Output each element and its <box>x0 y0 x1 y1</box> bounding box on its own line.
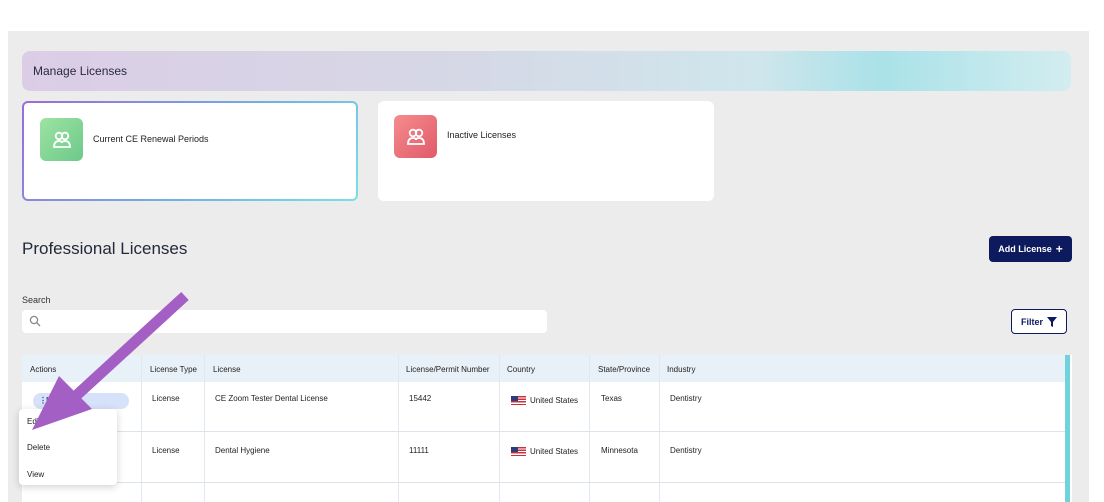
manage-licenses-banner: Manage Licenses <box>22 51 1071 91</box>
header-state[interactable]: State/Province <box>598 365 650 374</box>
table-header: Actions License Type License License/Per… <box>22 355 1065 382</box>
cell-license: Dental Hygiene <box>215 446 270 455</box>
header-country[interactable]: Country <box>507 365 535 374</box>
inactive-licenses-card[interactable]: Inactive Licenses <box>378 101 714 201</box>
header-license-type[interactable]: License Type <box>150 365 197 374</box>
section-title: Professional Licenses <box>22 239 188 258</box>
cell-license-type: License <box>152 446 180 455</box>
licenses-table: Actions License Type License License/Per… <box>22 355 1072 502</box>
more-vertical-icon: ⋮ <box>39 396 47 405</box>
menu-item-edit[interactable]: Edit <box>27 417 41 426</box>
actions-dropdown-menu: Edit Delete View <box>19 409 117 485</box>
header-license-number[interactable]: License/Permit Number <box>406 365 490 374</box>
header-industry[interactable]: Industry <box>667 365 695 374</box>
cell-industry: Dentistry <box>670 394 702 403</box>
add-license-label: Add License <box>998 244 1052 254</box>
manage-actions-label: Ma <box>46 396 58 405</box>
header-actions[interactable]: Actions <box>30 365 56 374</box>
search-icon <box>29 315 41 327</box>
search-input[interactable] <box>22 310 547 333</box>
manage-actions-button[interactable]: ⋮ Ma <box>33 393 129 409</box>
cell-license-number: 11111 <box>409 446 429 455</box>
filter-label: Filter <box>1020 316 1043 327</box>
cell-state: Minnesota <box>601 446 638 455</box>
page-title: Manage Licenses <box>33 64 128 78</box>
us-flag-icon <box>511 396 526 406</box>
table-row[interactable]: License CE Zoom Tester Dental License 15… <box>22 382 1065 432</box>
filter-button[interactable]: Filter <box>1011 309 1067 334</box>
header-license[interactable]: License <box>213 365 241 374</box>
people-icon <box>40 118 83 161</box>
funnel-icon <box>1047 316 1057 327</box>
card-label-current: Current CE Renewal Periods <box>93 134 209 144</box>
menu-item-delete[interactable]: Delete <box>27 443 50 452</box>
cell-license: CE Zoom Tester Dental License <box>215 394 328 403</box>
app-container: Manage Licenses Current CE Renewal Perio… <box>8 31 1089 502</box>
cell-state: Texas <box>601 394 622 403</box>
search-label: Search <box>22 295 51 305</box>
country-name: United States <box>530 396 579 405</box>
cell-license-number: 15442 <box>409 394 432 403</box>
current-ce-renewal-card[interactable]: Current CE Renewal Periods <box>22 101 358 201</box>
cell-industry: Dentistry <box>670 446 702 455</box>
us-flag-icon <box>511 447 526 457</box>
country-name: United States <box>530 447 579 456</box>
scrollbar-accent <box>1065 355 1070 502</box>
menu-item-view[interactable]: View <box>27 470 44 479</box>
people-icon <box>394 115 437 158</box>
table-row[interactable]: License Dental Hygiene 11111 United Stat… <box>22 433 1065 483</box>
cell-country: United States <box>511 396 579 406</box>
add-license-button[interactable]: Add License + <box>989 236 1072 262</box>
cell-country: United States <box>511 447 579 457</box>
card-label-inactive: Inactive Licenses <box>447 130 517 140</box>
cell-license-type: License <box>152 394 180 403</box>
plus-icon: + <box>1055 242 1063 256</box>
